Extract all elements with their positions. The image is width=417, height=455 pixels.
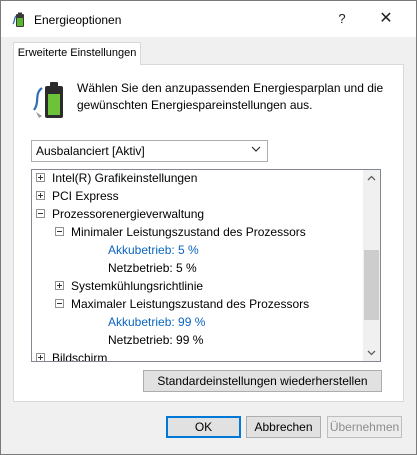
expand-plus-icon[interactable] xyxy=(55,281,64,290)
collapse-minus-icon[interactable] xyxy=(36,209,45,218)
power-plan-value: Ausbalanciert [Aktiv] xyxy=(36,144,145,158)
battery-power-icon xyxy=(12,12,28,28)
restore-defaults-button[interactable]: Standardeinstellungen wiederherstellen xyxy=(143,370,382,392)
tree-value-ac-min[interactable]: Netzbetrieb: 5 % xyxy=(108,259,197,277)
tree-item-label: Systemkühlungsrichtlinie xyxy=(71,279,204,293)
settings-panel: Wählen Sie den anzupassenden Energiespar… xyxy=(13,64,404,402)
expand-plus-icon[interactable] xyxy=(36,191,45,200)
cancel-button[interactable]: Abbrechen xyxy=(246,416,321,438)
expand-plus-icon[interactable] xyxy=(36,353,45,361)
scrollbar-thumb[interactable] xyxy=(364,250,379,320)
vertical-scrollbar[interactable] xyxy=(363,170,380,361)
close-button[interactable]: ✕ xyxy=(369,5,403,33)
tree-item-label: Prozessorenergieverwaltung xyxy=(52,207,205,221)
power-plan-select[interactable]: Ausbalanciert [Aktiv] xyxy=(31,140,268,162)
expand-plus-icon[interactable] xyxy=(36,173,45,182)
tree-item-label: Bildschirm xyxy=(52,351,108,362)
description-text: Wählen Sie den anzupassenden Energiespar… xyxy=(77,81,384,112)
apply-button[interactable]: Übernehmen xyxy=(327,416,402,438)
power-options-dialog: Energieoptionen ? ✕ Erweiterte Einstellu… xyxy=(0,0,417,455)
collapse-minus-icon[interactable] xyxy=(55,227,64,236)
tree-value-battery-max[interactable]: Akkubetrieb: 99 % xyxy=(108,313,205,331)
battery-plug-icon xyxy=(32,80,68,120)
tree-item-label: Minimaler Leistungszustand des Prozessor… xyxy=(71,225,306,239)
tab-advanced-settings[interactable]: Erweiterte Einstellungen xyxy=(13,42,141,65)
ok-button[interactable]: OK xyxy=(166,416,241,438)
help-button[interactable]: ? xyxy=(327,5,357,33)
scroll-down-icon[interactable] xyxy=(363,344,380,361)
settings-tree[interactable]: Intel(R) Grafikeinstellungen PCI Express… xyxy=(31,169,381,362)
collapse-minus-icon[interactable] xyxy=(55,299,64,308)
tree-item-label: PCI Express xyxy=(52,189,119,203)
tree-item-label: Intel(R) Grafikeinstellungen xyxy=(52,171,198,185)
tree-item-label: Maximaler Leistungszustand des Prozessor… xyxy=(71,297,310,311)
tree-value-ac-max[interactable]: Netzbetrieb: 99 % xyxy=(108,331,203,349)
tree-value-battery-min[interactable]: Akkubetrieb: 5 % xyxy=(108,241,199,259)
title-bar[interactable]: Energieoptionen ? ✕ xyxy=(1,1,416,37)
scroll-up-icon[interactable] xyxy=(363,170,380,187)
chevron-down-icon xyxy=(250,143,262,155)
window-title: Energieoptionen xyxy=(34,13,122,27)
